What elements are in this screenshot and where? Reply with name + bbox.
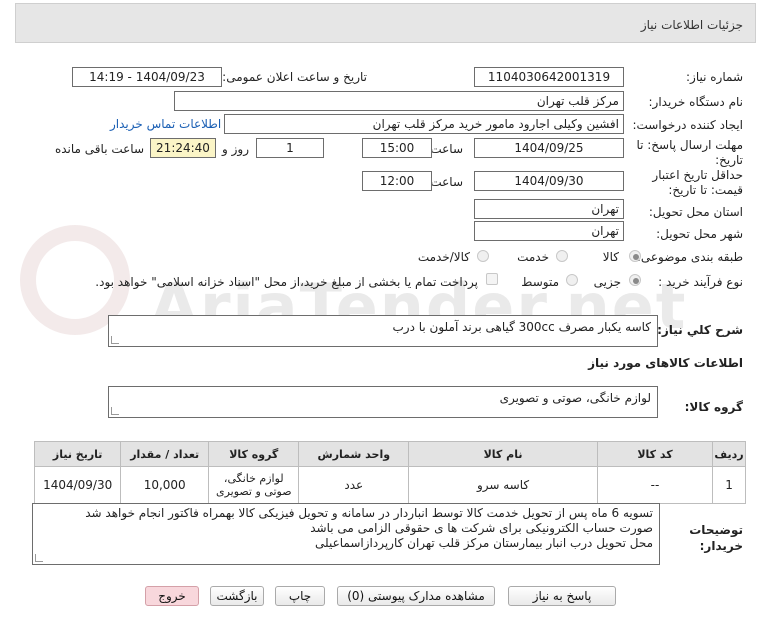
treasury-checkbox[interactable] — [486, 273, 498, 285]
cell-name: کاسه سرو — [408, 466, 598, 504]
city-field[interactable]: تهران — [474, 221, 624, 241]
resize-grip-icon[interactable] — [111, 407, 119, 415]
col-row: ردیف — [712, 441, 746, 467]
deadline-time-label: ساعت — [430, 142, 463, 156]
category-option-service: خدمت — [517, 250, 549, 264]
days-field[interactable]: 1 — [256, 138, 324, 158]
remaining-time-field: 21:24:40 — [150, 138, 216, 158]
city-label: شهر محل تحویل: — [656, 227, 743, 241]
category-radio-service[interactable] — [556, 250, 568, 262]
validity-label: حداقل تاریخ اعتبار قیمت: تا تاریخ: — [652, 168, 743, 197]
category-label: طبقه بندی موضوعی: — [636, 250, 743, 264]
goods-info-title: اطلاعات کالاهای مورد نیاز — [588, 356, 743, 370]
exit-button[interactable]: خروج — [145, 586, 199, 606]
category-option-goods-service: کالا/خدمت — [417, 250, 470, 264]
buyer-notes-box[interactable]: تسویه 6 ماه پس از تحویل خدمت کالا توسط ا… — [32, 503, 660, 565]
process-radio-medium[interactable] — [566, 274, 578, 286]
cell-group: لوازم خانگی، صوتی و تصویری — [208, 466, 300, 504]
col-group: گروه کالا — [208, 441, 300, 467]
buyer-note-line: محل تحویل درب انبار بیمارستان مرکز قلب ت… — [314, 536, 653, 550]
goods-group-text: لوازم خانگی، صوتی و تصویری — [499, 391, 651, 405]
goods-group-box[interactable]: لوازم خانگی، صوتی و تصویری — [108, 386, 658, 418]
buyer-note-line: تسویه 6 ماه پس از تحویل خدمت کالا توسط ا… — [85, 506, 653, 520]
resize-grip-icon[interactable] — [35, 554, 43, 562]
need-number-label: شماره نیاز: — [686, 70, 743, 84]
validity-time-label: ساعت — [430, 175, 463, 189]
page-title: جزئیات اطلاعات نیاز — [640, 18, 743, 32]
col-unit: واحد شمارش — [298, 441, 410, 467]
attachments-button[interactable]: مشاهده مدارک پیوستی (0) — [337, 586, 495, 606]
col-date: تاریخ نیاز — [33, 441, 122, 467]
process-option-medium: متوسط — [521, 275, 559, 289]
payment-note: پرداخت تمام یا بخشی از مبلغ خرید،از محل … — [95, 275, 478, 289]
buyer-notes-label: توضیحات خریدار: — [689, 523, 743, 553]
days-label: روز و — [222, 142, 249, 156]
col-code: کد کالا — [596, 441, 714, 467]
buyer-contact-link[interactable]: اطلاعات تماس خریدار — [110, 117, 221, 131]
validity-date-field[interactable]: 1404/09/30 — [474, 171, 624, 191]
description-text: کاسه یکبار مصرف 300cc گیاهی برند آملون ب… — [392, 320, 651, 334]
validity-time-field[interactable]: 12:00 — [362, 171, 432, 191]
print-button[interactable]: چاپ — [275, 586, 325, 606]
cell-row: 1 — [712, 466, 746, 504]
creator-field[interactable]: افشین وکیلی اجارود مامور خرید مرکز قلب ت… — [224, 114, 624, 134]
back-button[interactable]: بازگشت — [210, 586, 264, 606]
category-option-goods: کالا — [602, 250, 619, 264]
table-header-row: ردیف کد کالا نام کالا واحد شمارش گروه کا… — [33, 441, 746, 467]
col-qty: تعداد / مقدار — [120, 441, 210, 467]
table-row[interactable]: 1 -- کاسه سرو عدد لوازم خانگی، صوتی و تص… — [33, 466, 746, 504]
reply-button[interactable]: پاسخ به نیاز — [508, 586, 616, 606]
process-radio-minor[interactable] — [629, 274, 641, 286]
remaining-label: ساعت باقی مانده — [54, 142, 144, 156]
process-option-minor: جزیی — [593, 275, 621, 289]
province-field[interactable]: تهران — [474, 199, 624, 219]
province-label: استان محل تحویل: — [648, 205, 743, 219]
creator-label: ایجاد کننده درخواست: — [632, 118, 743, 132]
cell-qty: 10,000 — [120, 466, 210, 504]
resize-grip-icon[interactable] — [111, 336, 119, 344]
need-number-field[interactable]: 1104030642001319 — [474, 67, 624, 87]
category-radio-goods[interactable] — [629, 250, 641, 262]
goods-group-label: گروه کالا: — [684, 400, 743, 414]
description-box[interactable]: کاسه یکبار مصرف 300cc گیاهی برند آملون ب… — [108, 315, 658, 347]
deadline-label: مهلت ارسال پاسخ: تا تاریخ: — [636, 138, 743, 167]
deadline-date-field[interactable]: 1404/09/25 — [474, 138, 624, 158]
buyer-note-line: صورت حساب الکترونیکی برای شرکت ها ی حقوق… — [310, 521, 653, 535]
cell-date: 1404/09/30 — [33, 466, 122, 504]
col-name: نام کالا — [408, 441, 598, 467]
goods-table: ردیف کد کالا نام کالا واحد شمارش گروه کا… — [33, 441, 746, 504]
buyer-org-label: نام دستگاه خریدار: — [648, 95, 744, 109]
cell-code: -- — [596, 466, 714, 504]
page-header: جزئیات اطلاعات نیاز — [15, 3, 756, 43]
process-label: نوع فرآیند خرید : — [658, 275, 743, 289]
buyer-org-field[interactable]: مرکز قلب تهران — [174, 91, 624, 111]
announce-field[interactable]: 1404/09/23 - 14:19 — [72, 67, 222, 87]
announce-label: تاریخ و ساعت اعلان عمومی: — [222, 70, 367, 84]
deadline-time-field[interactable]: 15:00 — [362, 138, 432, 158]
category-radio-goods-service[interactable] — [477, 250, 489, 262]
description-label: شرح کلي نياز: — [657, 323, 743, 337]
cell-unit: عدد — [298, 466, 410, 504]
